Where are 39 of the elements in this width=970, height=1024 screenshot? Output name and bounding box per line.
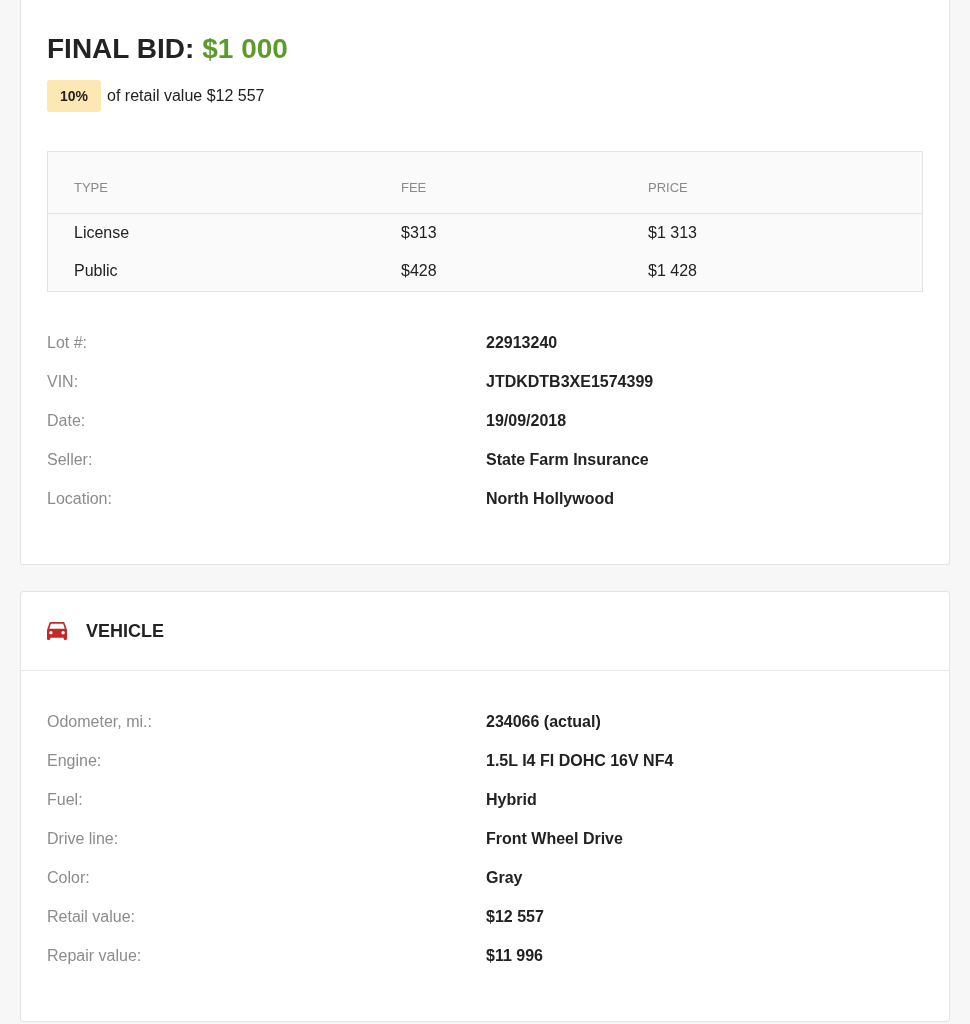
- final-bid-amount: $1 000: [202, 32, 288, 66]
- detail-value: Front Wheel Drive: [486, 829, 623, 849]
- detail-value: $12 557: [486, 907, 544, 927]
- detail-value: Hybrid: [486, 790, 537, 810]
- detail-label: Odometer, mi.:: [47, 712, 152, 732]
- detail-value: JTDKDTB3XE1574399: [486, 372, 654, 392]
- detail-value: 19/09/2018: [486, 411, 567, 431]
- detail-value: 22913240: [486, 333, 558, 353]
- detail-value: State Farm Insurance: [486, 450, 649, 470]
- detail-value: Gray: [486, 868, 523, 888]
- detail-label: Fuel:: [47, 790, 83, 810]
- detail-label: Date:: [47, 411, 86, 431]
- section-title: VEHICLE: [86, 620, 164, 643]
- table-entry: $428: [401, 262, 437, 279]
- final-bid-label: FINAL BID:: [47, 32, 195, 66]
- detail-value: $11 996: [486, 946, 543, 966]
- column-heading: FEE: [401, 180, 427, 195]
- table-entry: License: [74, 224, 130, 241]
- table-entry: $1 313: [648, 224, 697, 241]
- table-entry: Public: [74, 262, 118, 279]
- detail-label: Seller:: [47, 450, 93, 470]
- detail-label: Retail value:: [47, 907, 136, 927]
- car-icon: [47, 622, 67, 640]
- table-entry: $1 428: [648, 262, 697, 279]
- percent-badge: 10%: [47, 80, 102, 112]
- detail-value: 234066 (actual): [486, 712, 601, 732]
- detail-label: Drive line:: [47, 829, 119, 849]
- column-heading: TYPE: [74, 180, 108, 195]
- detail-label: Lot #:: [47, 333, 88, 353]
- detail-label: Repair value:: [47, 946, 142, 966]
- detail-label: Location:: [47, 489, 112, 509]
- table-entry: $313: [401, 224, 437, 241]
- column-heading: PRICE: [648, 180, 688, 195]
- detail-label: Engine:: [47, 751, 102, 771]
- retail-value-note: of retail value $12 557: [107, 86, 265, 106]
- detail-label: Color:: [47, 868, 90, 888]
- detail-value: 1.5L I4 FI DOHC 16V NF4: [486, 751, 674, 771]
- detail-label: VIN:: [47, 372, 79, 392]
- detail-value: North Hollywood: [486, 489, 614, 509]
